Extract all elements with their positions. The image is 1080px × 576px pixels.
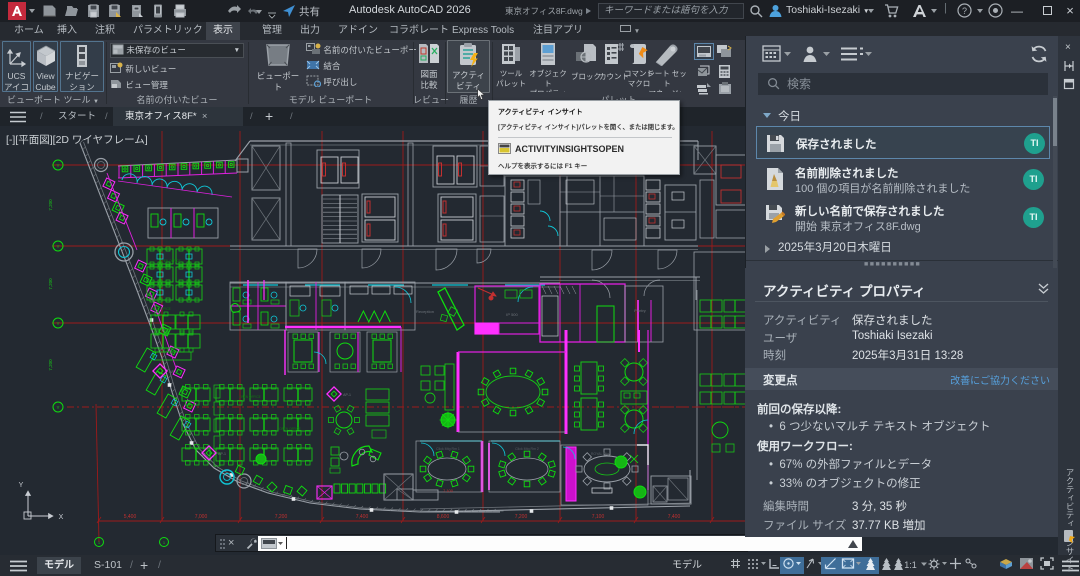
svg-text:Y: Y: [56, 244, 59, 249]
svg-text:OPEN OFFICE: OPEN OFFICE: [239, 395, 261, 399]
svg-text:Y: Y: [56, 321, 59, 326]
svg-text:7,100: 7,100: [592, 514, 605, 520]
svg-text:Pantry: Pantry: [634, 308, 646, 313]
svg-text:7,200: 7,200: [515, 514, 528, 520]
svg-text:OPEN OFFICE: OPEN OFFICE: [279, 427, 301, 431]
svg-text:7,100: 7,100: [443, 488, 454, 493]
svg-text:7,200: 7,200: [48, 278, 53, 290]
svg-text:Reception: Reception: [416, 309, 434, 314]
svg-text:Y: Y: [19, 482, 24, 489]
svg-text:ROYAL Mtg: ROYAL Mtg: [591, 452, 609, 456]
svg-text:AP-1: AP-1: [343, 393, 351, 397]
svg-text:AP-1: AP-1: [169, 370, 177, 374]
svg-text:OPEN OFFICE: OPEN OFFICE: [159, 259, 181, 263]
svg-text:X: X: [59, 514, 64, 521]
svg-text:7,400: 7,400: [356, 514, 369, 520]
svg-text:?: ?: [962, 6, 967, 16]
svg-text:7,000: 7,000: [195, 514, 208, 520]
svg-text:7,200: 7,200: [48, 199, 53, 211]
svg-text:Click Mtg Rm 1: Click Mtg Rm 1: [436, 447, 460, 451]
svg-text:1: 1: [98, 540, 101, 545]
svg-text:OPEN OFFICE: OPEN OFFICE: [149, 307, 171, 311]
svg-text:AP-1: AP-1: [218, 452, 226, 456]
svg-text:1: 1: [163, 540, 166, 545]
svg-text:Click Mtg Rm 2: Click Mtg Rm 2: [515, 447, 539, 451]
svg-text:7,200: 7,200: [275, 514, 288, 520]
svg-text:IP 500: IP 500: [506, 312, 518, 317]
svg-text:5,400: 5,400: [124, 514, 137, 520]
svg-text:7,200: 7,200: [48, 359, 53, 371]
svg-text:Y: Y: [56, 405, 59, 410]
svg-text:8,600: 8,600: [437, 514, 450, 520]
svg-text:7,400: 7,400: [668, 514, 681, 520]
svg-text:Y: Y: [56, 163, 59, 168]
